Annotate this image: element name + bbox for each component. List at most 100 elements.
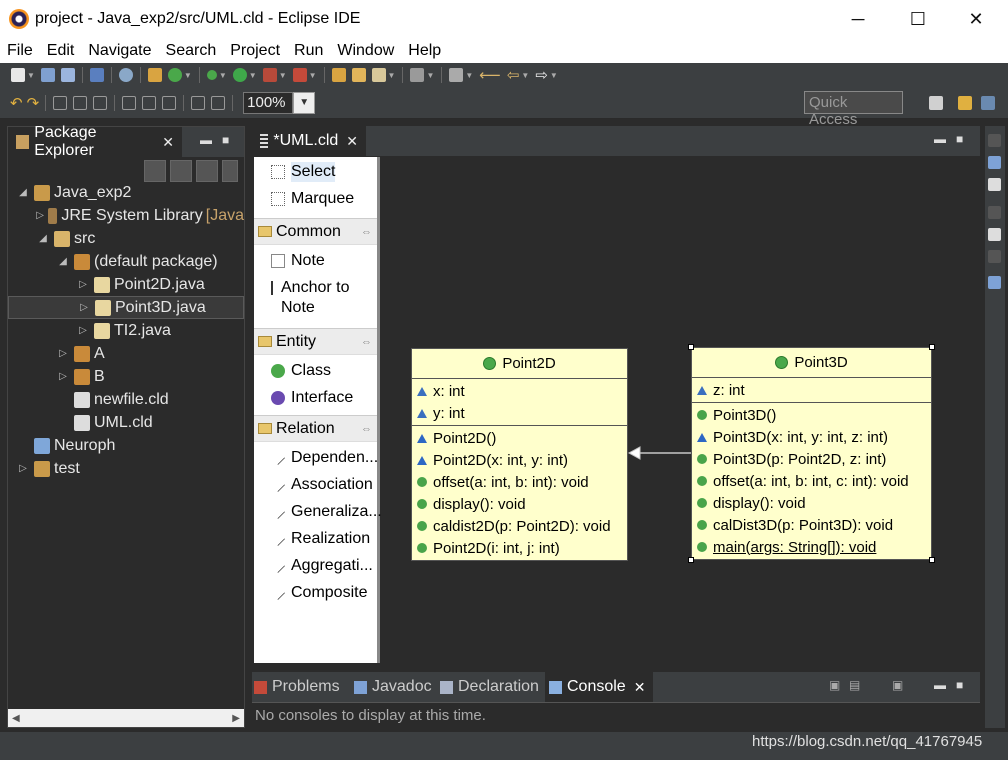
palette-tool-marquee[interactable]: Marquee [254, 186, 377, 213]
new-dropdown-icon[interactable]: ▼ [27, 71, 35, 80]
menu-navigate[interactable]: Navigate [81, 42, 158, 60]
undo-icon[interactable]: ↶ [10, 94, 23, 112]
uml-operation[interactable]: offset(a: int, b: int): void [412, 471, 627, 493]
run-last-tool-icon[interactable] [262, 68, 277, 82]
align-center-icon[interactable] [73, 95, 88, 110]
restore-icon[interactable] [988, 134, 1001, 147]
annotation-dropdown-icon[interactable]: ▼ [426, 71, 434, 80]
palette-item[interactable]: Generaliza... [254, 499, 382, 526]
java-ee-perspective-icon[interactable] [958, 96, 972, 110]
diagram-canvas[interactable]: Point2D x: int y: int Point2D() Point2D(x: i… [383, 157, 980, 666]
quick-access-field[interactable]: Quick Access [804, 91, 903, 128]
forward-dropdown-icon[interactable]: ▼ [550, 71, 558, 80]
menu-project[interactable]: Project [223, 42, 287, 60]
tree-item[interactable]: ◢ (default package) [8, 250, 244, 273]
tree-item[interactable]: ▷ Point2D.java [8, 273, 244, 296]
expanded-twisty-icon[interactable]: ◢ [56, 256, 70, 267]
save-icon[interactable] [40, 68, 55, 82]
palette-item[interactable]: Note [254, 248, 377, 275]
scroll-right-icon[interactable]: ▶ [232, 713, 240, 724]
zoom-value[interactable]: 100% [243, 91, 294, 114]
back-dropdown-icon[interactable]: ▼ [521, 71, 529, 80]
expanded-twisty-icon[interactable]: ◢ [36, 233, 50, 244]
pin-icon[interactable]: ⇔ [361, 336, 372, 348]
tree-item[interactable]: ◢ Java_exp2 [8, 181, 244, 204]
uml-attribute[interactable]: z: int [692, 379, 931, 401]
zoom-dropdown-icon[interactable]: ▼ [293, 91, 316, 114]
tab-declaration[interactable]: Declaration [440, 672, 539, 702]
menu-help[interactable]: Help [401, 42, 448, 60]
uml-operation[interactable]: Point2D() [412, 427, 627, 449]
maximize-view-icon[interactable]: ■ [222, 133, 229, 147]
uml-operation[interactable]: display(): void [412, 493, 627, 515]
tree-item[interactable]: ▷ A [8, 342, 244, 365]
uml-operation[interactable]: offset(a: int, b: int, c: int): void [692, 470, 931, 492]
palette-item[interactable]: Interface [254, 385, 377, 412]
uml-attribute[interactable]: x: int [412, 380, 627, 402]
outline-view-icon[interactable] [988, 276, 1001, 289]
tree-item[interactable]: newfile.cld [8, 388, 244, 411]
minimize-button[interactable]: ─ [835, 0, 881, 38]
horizontal-scrollbar[interactable]: ◀ ▶ [8, 709, 244, 727]
uml-operation[interactable]: display(): void [692, 492, 931, 514]
outline-icon[interactable] [988, 156, 1001, 169]
selection-handle[interactable] [688, 557, 694, 563]
tab-console[interactable]: Console ✕ [545, 672, 654, 702]
view-menu-icon[interactable] [222, 160, 238, 182]
search-dropdown-icon[interactable]: ▼ [388, 71, 396, 80]
close-icon[interactable]: ✕ [634, 679, 646, 696]
tab-javadoc[interactable]: Javadoc [354, 672, 432, 702]
pin-icon[interactable]: ⇔ [361, 226, 372, 238]
palette-item[interactable]: Realization [254, 526, 377, 553]
save-all-icon[interactable] [60, 68, 75, 82]
properties-icon[interactable] [988, 228, 1001, 241]
new-class-icon[interactable] [167, 68, 182, 82]
palette-tool-select[interactable]: Select [254, 159, 377, 186]
collapsed-twisty-icon[interactable]: ▷ [76, 279, 90, 290]
tree-item[interactable]: ▷ JRE System Library [Java [8, 204, 244, 227]
uml-operation[interactable]: Point3D() [692, 404, 931, 426]
open-console-icon[interactable]: ▣ [892, 678, 903, 692]
java-perspective-icon[interactable] [981, 96, 995, 110]
tree-item[interactable]: Neuroph [8, 434, 244, 457]
minimize-view-icon[interactable]: ▬ [934, 678, 946, 692]
align-right-icon[interactable] [93, 95, 108, 110]
collapsed-twisty-icon[interactable]: ▷ [56, 348, 70, 359]
tree-item[interactable]: ▷ Point3D.java [8, 296, 244, 319]
uml-operation[interactable]: calDist3D(p: Point3D): void [692, 514, 931, 536]
palette-item[interactable]: Anchor to Note [254, 275, 377, 322]
align-top-icon[interactable] [122, 95, 137, 110]
open-type-icon[interactable] [331, 68, 346, 82]
new-icon[interactable] [11, 68, 25, 82]
close-button[interactable]: ✕ [953, 0, 999, 38]
maximize-view-icon[interactable]: ■ [956, 678, 963, 692]
palette-item[interactable]: Association [254, 472, 377, 499]
run-dropdown-icon[interactable]: ▼ [249, 71, 257, 80]
redo-icon[interactable]: ↷ [27, 94, 40, 112]
maximize-view-icon[interactable]: ■ [956, 132, 963, 146]
debug-dropdown-icon[interactable]: ▼ [219, 71, 227, 80]
uml-operation[interactable]: Point2D(x: int, y: int) [412, 449, 627, 471]
last-edit-location-icon[interactable] [449, 68, 464, 82]
restore-icon[interactable] [988, 250, 1001, 263]
expanded-twisty-icon[interactable]: ◢ [16, 187, 30, 198]
maximize-button[interactable]: ☐ [895, 0, 941, 38]
tree-item[interactable]: ▷ B [8, 365, 244, 388]
collapse-all-icon[interactable] [144, 160, 166, 182]
new-class-dropdown-icon[interactable]: ▼ [184, 71, 192, 80]
align-middle-icon[interactable] [142, 95, 157, 110]
menu-run[interactable]: Run [287, 42, 330, 60]
align-left-icon[interactable] [53, 95, 68, 110]
selection-handle[interactable] [929, 344, 935, 350]
new-java-project-icon[interactable] [147, 68, 162, 82]
zoom-combo[interactable]: 100% ▼ [243, 91, 316, 114]
menu-file[interactable]: File [0, 42, 40, 60]
restore-icon[interactable] [988, 206, 1001, 219]
terminal-icon[interactable] [89, 68, 104, 82]
back-icon[interactable]: ⇦ [507, 66, 520, 84]
uml-operation[interactable]: Point2D(i: int, j: int) [412, 537, 627, 559]
open-task-icon[interactable] [351, 68, 366, 82]
align-bottom-icon[interactable] [162, 95, 177, 110]
collapsed-twisty-icon[interactable]: ▷ [56, 371, 70, 382]
scroll-left-icon[interactable]: ◀ [12, 713, 20, 724]
